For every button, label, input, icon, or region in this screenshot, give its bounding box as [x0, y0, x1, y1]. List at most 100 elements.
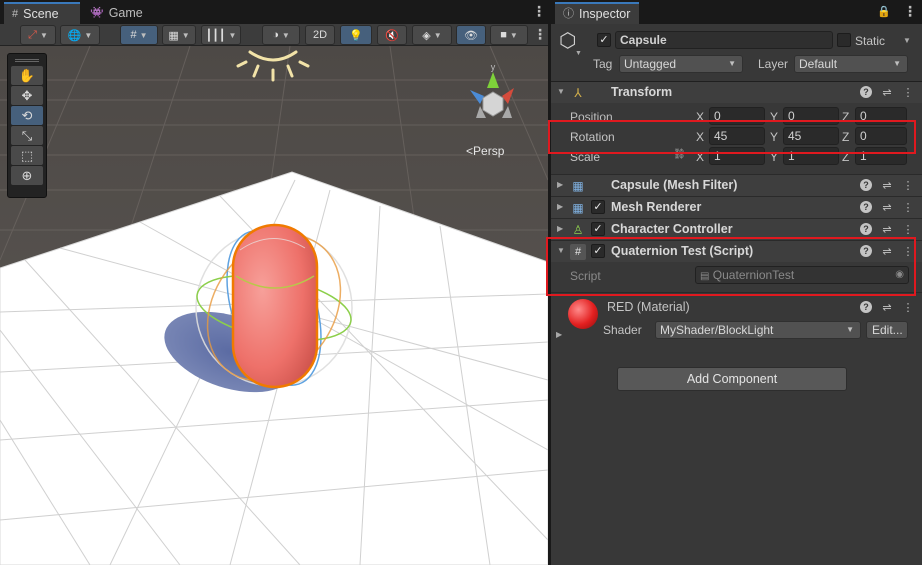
effects-button[interactable]: ◈ ▼	[412, 25, 452, 45]
tab-game[interactable]: 👾 Game	[82, 2, 151, 24]
preset-icon[interactable]: ⇌	[881, 301, 893, 314]
active-checkbox[interactable]: ✓	[597, 33, 611, 47]
position-label: Position	[570, 110, 613, 124]
add-component-button[interactable]: Add Component	[617, 367, 847, 391]
component-header-icons: ? ⇌ ⋮	[860, 179, 914, 192]
scale-tool-button[interactable]: ⤡	[11, 126, 43, 145]
chevron-down-icon: ▼	[39, 30, 48, 40]
tag-dropdown[interactable]: Untagged ▼	[619, 55, 743, 73]
capsule-object[interactable]	[231, 223, 319, 389]
component-menu-icon[interactable]: ⋮	[902, 245, 914, 258]
scene-menu-icon[interactable]: ⋮	[532, 4, 546, 18]
character-controller-header[interactable]: ▶ ♙ ✓ Character Controller ? ⇌ ⋮	[551, 218, 922, 240]
component-menu-icon[interactable]: ⋮	[902, 86, 914, 99]
material-menu-icon[interactable]: ⋮	[902, 301, 914, 314]
preset-icon[interactable]: ⇌	[881, 245, 893, 258]
move-tool-button[interactable]: ✥	[11, 86, 43, 105]
object-name: Capsule	[620, 33, 667, 47]
preset-icon[interactable]: ⇌	[881, 86, 893, 99]
script-reference-field[interactable]: ▤ QuaternionTest ◉	[695, 266, 909, 284]
tool-handle-position-button[interactable]: ⤢ ▼	[20, 25, 56, 45]
tab-scene[interactable]: # Scene	[4, 2, 80, 24]
component-menu-icon[interactable]: ⋮	[902, 201, 914, 214]
character-controller-enabled-checkbox[interactable]: ✓	[591, 222, 605, 236]
static-checkbox[interactable]	[837, 33, 851, 47]
tool-palette: ✋ ✥ ⟲ ⤡ ⬚ ⊕	[7, 53, 47, 198]
preset-icon[interactable]: ⇌	[881, 179, 893, 192]
tab-scene-label: Scene	[23, 7, 59, 21]
rect-tool-button[interactable]: ⬚	[11, 146, 43, 165]
tag-label: Tag	[593, 57, 613, 71]
grid-visibility-button[interactable]: ▦ ▼	[162, 25, 196, 45]
toolbar-more-icon[interactable]: ⋮	[533, 27, 547, 41]
script-label: Script	[570, 269, 601, 283]
position-x-field[interactable]: 0	[709, 107, 765, 125]
rotation-x-field[interactable]: 45	[709, 127, 765, 145]
palette-grip[interactable]	[15, 59, 39, 62]
rotation-x-axis: X	[696, 130, 705, 144]
component-menu-icon[interactable]: ⋮	[902, 179, 914, 192]
toggle-2d-button[interactable]: 2D	[305, 25, 335, 45]
scene-viewport[interactable]: y	[0, 46, 548, 565]
inspector-menu-icon[interactable]: ⋮	[903, 4, 917, 18]
grid-snap-button[interactable]: # ▼	[120, 25, 158, 45]
foldout-closed-icon[interactable]: ▶	[556, 330, 562, 339]
foldout-closed-icon: ▶	[557, 180, 564, 189]
help-icon[interactable]: ?	[860, 301, 872, 313]
object-name-field[interactable]: Capsule	[615, 31, 833, 49]
lock-icon[interactable]: 🔒	[877, 5, 891, 18]
rotation-y-field[interactable]: 45	[783, 127, 839, 145]
rotation-z-field[interactable]: 0	[855, 127, 907, 145]
hand-tool-button[interactable]: ✋	[11, 66, 43, 85]
camera-settings-button[interactable]: ■ ▼	[490, 25, 528, 45]
scale-y-field[interactable]: 1	[783, 147, 839, 165]
constrain-proportions-icon[interactable]: ⛓	[673, 149, 686, 160]
help-icon[interactable]: ?	[860, 86, 872, 98]
script-enabled-checkbox[interactable]: ✓	[591, 244, 605, 258]
icon-dropdown-icon[interactable]: ▼	[575, 50, 582, 57]
scale-z-field[interactable]: 1	[855, 147, 907, 165]
shaded-sphere-icon: ◑	[272, 29, 279, 41]
help-icon[interactable]: ?	[860, 223, 872, 235]
layer-value: Default	[799, 57, 838, 71]
layer-dropdown[interactable]: Default ▼	[794, 55, 908, 73]
chevron-down-icon: ▼	[181, 30, 190, 40]
component-menu-icon[interactable]: ⋮	[902, 223, 914, 236]
static-dropdown-icon[interactable]: ▼	[903, 36, 911, 45]
position-z-field[interactable]: 0	[855, 107, 907, 125]
help-icon[interactable]: ?	[860, 201, 872, 213]
mesh-renderer-header[interactable]: ▶ ▦ ✓ Mesh Renderer ? ⇌ ⋮	[551, 196, 922, 218]
mesh-renderer-enabled-checkbox[interactable]: ✓	[591, 200, 605, 214]
preset-icon[interactable]: ⇌	[881, 223, 893, 236]
mesh-filter-header[interactable]: ▶ ▦ Capsule (Mesh Filter) ? ⇌ ⋮	[551, 174, 922, 196]
gamepad-icon: 👾	[90, 7, 104, 19]
help-icon[interactable]: ?	[860, 179, 872, 191]
scale-x-field[interactable]: 1	[709, 147, 765, 165]
transform-header[interactable]: ▼ ⅄ Transform ? ⇌ ⋮	[551, 81, 922, 103]
tab-inspector[interactable]: ⓘ Inspector	[555, 2, 639, 24]
script-component-header[interactable]: ▼ # ✓ Quaternion Test (Script) ? ⇌ ⋮	[551, 240, 922, 262]
transform-icon: ⊕	[21, 168, 33, 183]
mesh-filter-title: Capsule (Mesh Filter)	[611, 178, 738, 192]
perspective-toggle[interactable]: <Persp	[466, 144, 504, 158]
move-icon: ✥	[21, 88, 33, 103]
increment-snap-button[interactable]: ┃┃┃ ▼	[201, 25, 241, 45]
shader-label: Shader	[603, 323, 642, 337]
rotate-tool-button[interactable]: ⟲	[11, 106, 43, 125]
shader-edit-label: Edit...	[872, 323, 903, 337]
character-controller-icon: ♙	[572, 223, 584, 237]
toggle-lighting-button[interactable]: 💡	[340, 25, 372, 45]
tool-handle-rotation-button[interactable]: 🌐 ▼	[60, 25, 100, 45]
draw-mode-button[interactable]: ◑ ▼	[262, 25, 300, 45]
shader-edit-button[interactable]: Edit...	[866, 321, 908, 339]
scene-visibility-button[interactable]: 👁	[456, 25, 486, 45]
static-label: Static	[855, 34, 886, 48]
position-y-field[interactable]: 0	[783, 107, 839, 125]
toggle-audio-button[interactable]: 🔇	[377, 25, 407, 45]
shader-dropdown[interactable]: MyShader/BlockLight ▼	[655, 321, 861, 339]
chevron-down-icon: ▼	[509, 30, 518, 40]
help-icon[interactable]: ?	[860, 245, 872, 257]
object-picker-icon[interactable]: ◉	[895, 267, 904, 283]
transform-tool-button[interactable]: ⊕	[11, 166, 43, 185]
preset-icon[interactable]: ⇌	[881, 201, 893, 214]
